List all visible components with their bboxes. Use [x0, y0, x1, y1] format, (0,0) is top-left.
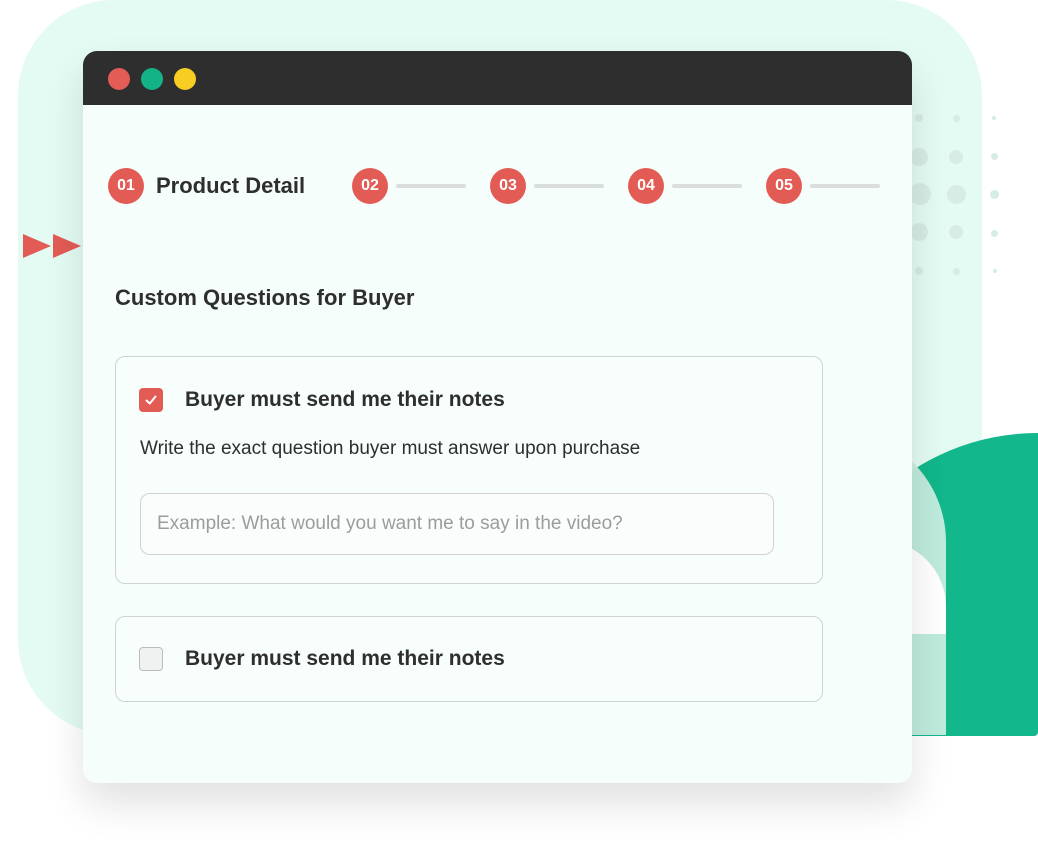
dot: [915, 267, 923, 275]
maximize-window-button[interactable]: [174, 68, 196, 90]
checkbox-label: Buyer must send me their notes: [185, 647, 505, 670]
step-3[interactable]: 03: [490, 168, 604, 204]
checkbox-unchecked[interactable]: [139, 647, 163, 671]
dot: [991, 153, 998, 160]
step-placeholder-line: [810, 184, 880, 188]
step-number: 05: [766, 168, 802, 204]
dot: [915, 114, 923, 122]
step-number: 01: [108, 168, 144, 204]
section-title: Custom Questions for Buyer: [115, 285, 415, 310]
step-number: 03: [490, 168, 526, 204]
dot: [947, 185, 966, 204]
arrow-shape: [23, 234, 51, 258]
dot: [909, 183, 931, 205]
dot: [991, 230, 998, 237]
step-placeholder-line: [534, 184, 604, 188]
question-toggle[interactable]: Buyer must send me their notes: [139, 647, 505, 671]
dot: [949, 150, 963, 164]
checkbox-label: Buyer must send me their notes: [185, 388, 505, 411]
step-5[interactable]: 05: [766, 168, 880, 204]
step-4[interactable]: 04: [628, 168, 742, 204]
dot: [953, 115, 960, 122]
step-number: 02: [352, 168, 388, 204]
dot: [993, 269, 997, 273]
checkbox-checked[interactable]: [139, 388, 163, 412]
helper-text: Write the exact question buyer must answ…: [140, 438, 641, 459]
question-toggle[interactable]: Buyer must send me their notes: [139, 388, 505, 412]
play-arrow-icon: [23, 234, 83, 263]
dot: [910, 148, 928, 166]
step-number: 04: [628, 168, 664, 204]
dot: [992, 116, 996, 120]
question-card: Buyer must send me their notes Write the…: [115, 356, 823, 584]
decorative-dots: [905, 110, 1015, 280]
question-input[interactable]: [140, 493, 774, 555]
check-icon: [145, 395, 157, 405]
step-placeholder-line: [672, 184, 742, 188]
step-placeholder-line: [396, 184, 466, 188]
minimize-window-button[interactable]: [141, 68, 163, 90]
step-2[interactable]: 02: [352, 168, 466, 204]
dot: [949, 225, 963, 239]
dot: [953, 268, 960, 275]
step-1[interactable]: 01 Product Detail: [108, 168, 305, 204]
question-card: Buyer must send me their notes: [115, 616, 823, 702]
dot: [910, 223, 928, 241]
dot: [990, 190, 999, 199]
app-window: 01 Product Detail 02 03 04 05 Custom Que…: [83, 51, 912, 783]
close-window-button[interactable]: [108, 68, 130, 90]
arrow-shape: [53, 234, 81, 258]
step-label: Product Detail: [156, 173, 306, 198]
title-bar: [83, 51, 912, 105]
progress-stepper: 01 Product Detail 02 03 04 05: [108, 168, 888, 206]
